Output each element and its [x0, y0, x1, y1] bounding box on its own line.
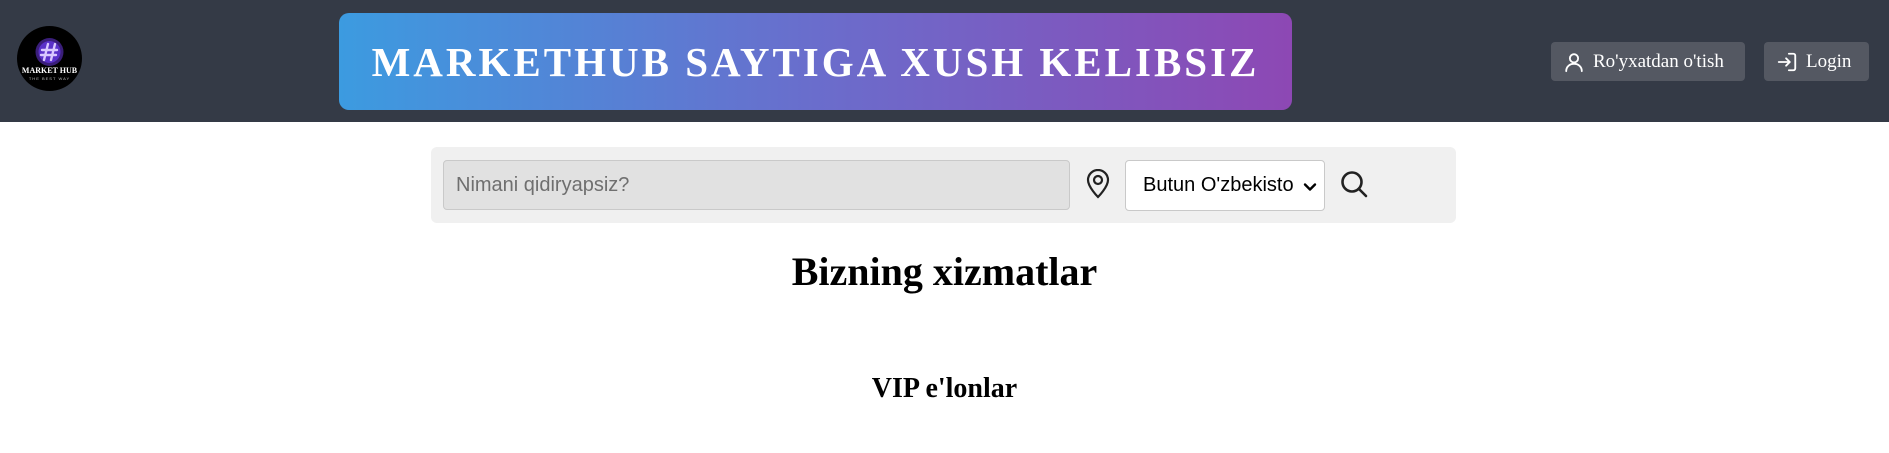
search-bar: Butun O'zbekiston — [431, 147, 1456, 223]
search-icon[interactable] — [1339, 169, 1369, 199]
welcome-banner: MARKETHUB SAYTIGA XUSH KELIBSIZ — [339, 13, 1292, 110]
user-icon — [1565, 52, 1583, 72]
map-pin-icon[interactable] — [1085, 169, 1111, 199]
login-label: Login — [1806, 50, 1852, 72]
chevron-down-icon — [1303, 183, 1317, 191]
vip-ads-heading: VIP e'lonlar — [871, 373, 1018, 404]
sign-in-icon — [1777, 52, 1797, 71]
marketplace-logo-icon — [35, 38, 64, 66]
services-heading: Bizning xizmatlar — [791, 249, 1098, 294]
region-select[interactable]: Butun O'zbekiston — [1125, 160, 1325, 211]
login-button[interactable]: Login — [1764, 42, 1869, 81]
register-label: Ro'yxatdan o'tish — [1593, 50, 1724, 72]
site-logo[interactable]: MARKET HUB THE BEST WAY — [17, 26, 82, 91]
banner-title: MARKETHUB SAYTIGA XUSH KELIBSIZ — [371, 38, 1260, 85]
top-header: MARKET HUB THE BEST WAY MARKETHUB SAYTIG… — [0, 0, 1889, 122]
search-input[interactable] — [443, 160, 1070, 210]
logo-text: MARKET HUB — [21, 66, 78, 75]
logo-subtext: THE BEST WAY — [28, 76, 71, 81]
region-select-value: Butun O'zbekiston — [1143, 174, 1293, 196]
register-button[interactable]: Ro'yxatdan o'tish — [1551, 42, 1745, 81]
